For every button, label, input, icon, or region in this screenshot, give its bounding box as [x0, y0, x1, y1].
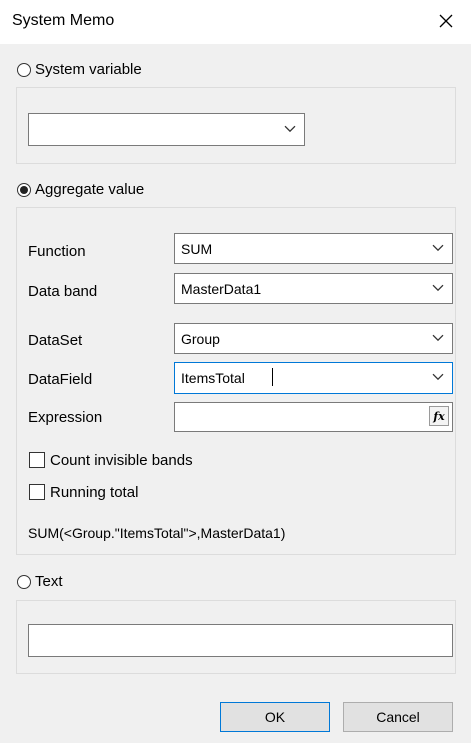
- ok-button[interactable]: OK: [220, 702, 330, 732]
- dataset-value: Group: [181, 330, 220, 347]
- text-radio-label[interactable]: Text: [35, 573, 63, 590]
- dataset-combo[interactable]: Group: [174, 323, 453, 354]
- dataset-label: DataSet: [28, 332, 83, 349]
- aggregate-value-label[interactable]: Aggregate value: [35, 181, 144, 198]
- count-invisible-bands-label[interactable]: Count invisible bands: [50, 452, 193, 469]
- text-radio[interactable]: [17, 575, 31, 589]
- datafield-value: ItemsTotal: [181, 370, 245, 386]
- running-total-checkbox[interactable]: [29, 484, 45, 500]
- running-total-label[interactable]: Running total: [50, 484, 138, 501]
- count-invisible-bands-checkbox[interactable]: [29, 452, 45, 468]
- aggregate-expression-preview: SUM(<Group."ItemsTotal">,MasterData1): [28, 525, 286, 541]
- chevron-down-icon: [432, 244, 444, 251]
- system-variable-combo[interactable]: [28, 113, 305, 146]
- chevron-down-icon: [432, 284, 444, 291]
- datafield-combo[interactable]: ItemsTotal: [174, 362, 453, 394]
- chevron-down-icon: [432, 334, 444, 341]
- function-combo[interactable]: SUM: [174, 233, 453, 264]
- expression-label: Expression: [28, 409, 103, 426]
- function-label: Function: [28, 243, 86, 260]
- expression-input[interactable]: fx: [174, 402, 453, 432]
- text-caret: [272, 368, 273, 386]
- chevron-down-icon: [284, 125, 296, 132]
- system-variable-radio[interactable]: [17, 63, 31, 77]
- window-title: System Memo: [12, 12, 115, 29]
- data-band-value: MasterData1: [181, 280, 262, 297]
- system-variable-label[interactable]: System variable: [35, 61, 142, 78]
- fx-icon[interactable]: fx: [429, 406, 449, 426]
- data-band-combo[interactable]: MasterData1: [174, 273, 453, 304]
- chevron-down-icon: [432, 373, 444, 381]
- datafield-label: DataField: [28, 371, 93, 388]
- function-value: SUM: [181, 240, 213, 257]
- close-icon[interactable]: [433, 8, 459, 34]
- text-input[interactable]: [28, 624, 453, 657]
- aggregate-value-radio[interactable]: [17, 183, 31, 197]
- cancel-button[interactable]: Cancel: [343, 702, 453, 732]
- data-band-label: Data band: [28, 283, 98, 300]
